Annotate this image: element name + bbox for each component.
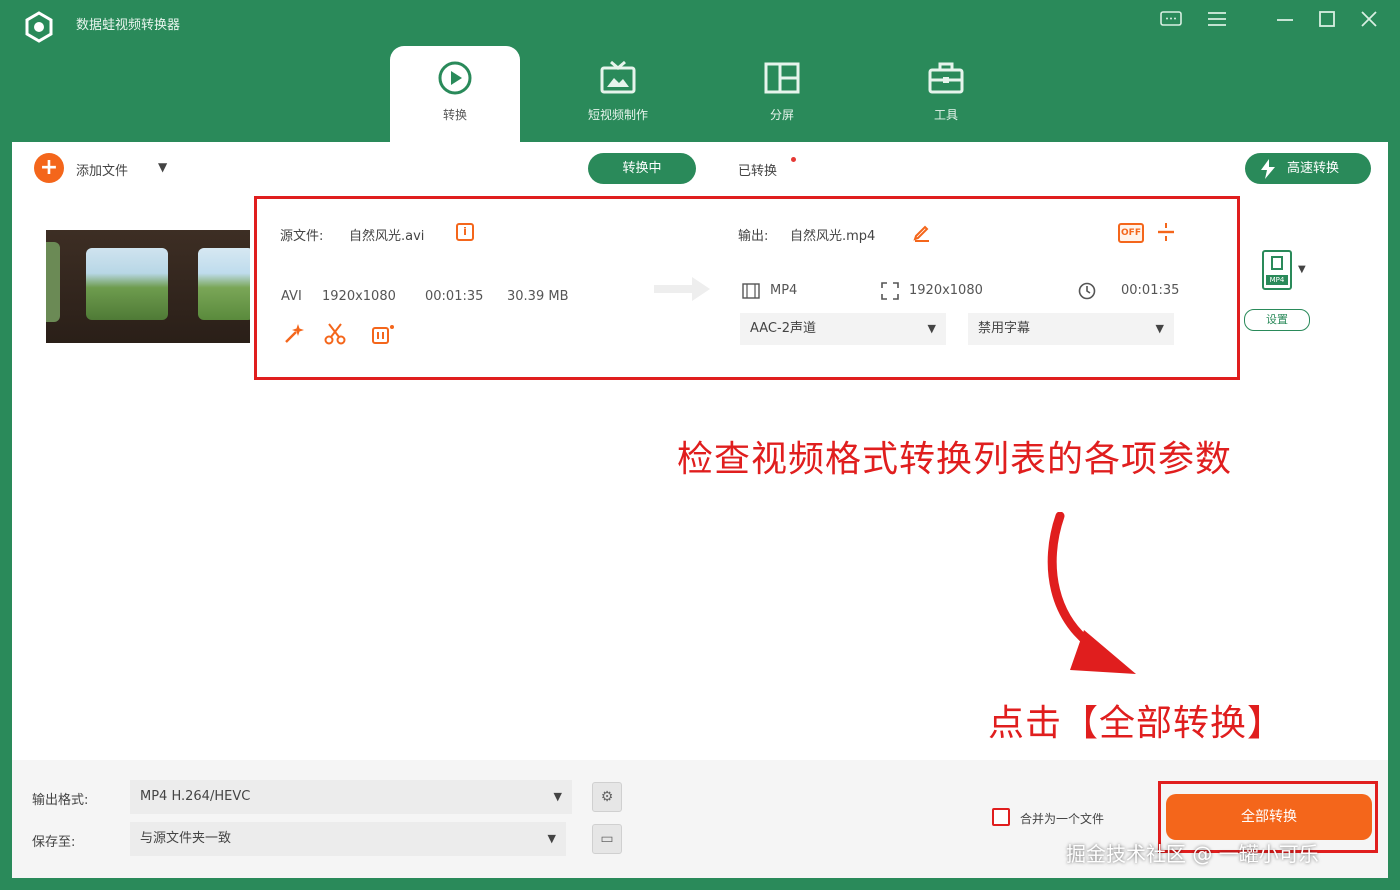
- clock-icon: [1078, 282, 1096, 304]
- convert-all-button[interactable]: 全部转换: [1166, 794, 1372, 840]
- chevron-down-icon[interactable]: ▼: [158, 160, 167, 174]
- chevron-down-icon[interactable]: ▼: [1298, 264, 1306, 275]
- source-duration: 00:01:35: [425, 289, 484, 304]
- video-thumbnail[interactable]: [46, 230, 250, 343]
- source-resolution: 1920x1080: [322, 289, 396, 304]
- info-icon[interactable]: i: [456, 223, 474, 241]
- arrow-right-icon: [652, 274, 712, 308]
- save-to-select[interactable]: 与源文件夹一致 ▼: [130, 822, 566, 856]
- chevron-down-icon: ▼: [547, 832, 556, 845]
- output-duration: 00:01:35: [1121, 283, 1180, 298]
- folder-icon[interactable]: ▭: [592, 824, 622, 854]
- split-icon[interactable]: [1156, 221, 1176, 248]
- fast-convert-label: 高速转换: [1287, 161, 1340, 176]
- thumbnail-window: [46, 242, 60, 322]
- chevron-down-icon: ▼: [1155, 322, 1164, 335]
- output-format-icon[interactable]: MP4: [1262, 250, 1292, 290]
- output-format: MP4: [770, 283, 798, 298]
- subtitle-select-value: 禁用字幕: [978, 321, 1031, 336]
- annotation-check: 检查视频格式转换列表的各项参数: [677, 439, 1233, 480]
- tab-converted[interactable]: 已转换: [738, 160, 777, 179]
- tab-label: 转换: [442, 108, 467, 122]
- film-icon: [742, 283, 760, 303]
- tab-converting[interactable]: 转换中: [588, 153, 696, 184]
- resolution-icon: [881, 282, 899, 304]
- save-to-value: 与源文件夹一致: [140, 831, 232, 846]
- convert-icon: [438, 61, 472, 95]
- enhance-icon[interactable]: [282, 322, 306, 351]
- audio-select-value: AAC-2声道: [750, 321, 816, 336]
- tab-split-screen[interactable]: 分屏: [717, 46, 847, 142]
- tab-convert[interactable]: 转换: [390, 46, 520, 142]
- off-badge[interactable]: OFF: [1118, 223, 1144, 243]
- merge-label[interactable]: 合并为一个文件: [1020, 810, 1104, 827]
- output-format-select[interactable]: MP4 H.264/HEVC ▼: [130, 780, 572, 814]
- output-filename: 自然风光.mp4: [790, 229, 876, 244]
- output-resolution: 1920x1080: [909, 283, 983, 298]
- chevron-down-icon: ▼: [927, 322, 936, 335]
- tab-tools[interactable]: 工具: [881, 46, 1011, 142]
- tv-icon: [600, 60, 636, 94]
- chevron-down-icon: ▼: [553, 790, 562, 803]
- cut-icon[interactable]: [323, 322, 347, 351]
- tab-label: 工具: [933, 108, 958, 122]
- feedback-icon[interactable]: [1158, 10, 1184, 34]
- toolbox-icon: [928, 62, 964, 94]
- annotation-click: 点击【全部转换】: [988, 703, 1285, 744]
- settings-button[interactable]: 设置: [1244, 309, 1310, 331]
- thumbnail-window: [198, 248, 250, 320]
- thumbnail-window: [86, 248, 168, 320]
- minimize-icon[interactable]: [1272, 10, 1298, 34]
- output-label: 输出:: [738, 229, 769, 244]
- maximize-icon[interactable]: [1314, 10, 1340, 34]
- add-file-button[interactable]: +: [34, 153, 64, 183]
- tab-label: 短视频制作: [587, 108, 648, 122]
- fast-convert-button[interactable]: 高速转换: [1245, 153, 1371, 184]
- notification-dot: [791, 157, 796, 162]
- save-to-label: 保存至:: [32, 835, 76, 850]
- app-title: 数据蛙视频转换器: [76, 18, 181, 33]
- edit-effects-icon[interactable]: [370, 322, 396, 351]
- app-logo-icon: [22, 10, 56, 44]
- output-format-label: 输出格式:: [32, 793, 89, 808]
- tab-label: 分屏: [769, 108, 794, 122]
- format-tag: MP4: [1266, 275, 1288, 285]
- menu-icon[interactable]: [1204, 10, 1230, 34]
- output-format-value: MP4 H.264/HEVC: [140, 789, 251, 804]
- source-filename: 自然风光.avi: [349, 229, 425, 244]
- source-format: AVI: [281, 289, 302, 304]
- subtitle-select[interactable]: 禁用字幕 ▼: [968, 313, 1174, 345]
- split-screen-icon: [764, 62, 800, 94]
- format-settings-icon[interactable]: ⚙: [592, 782, 622, 812]
- edit-icon[interactable]: [912, 222, 932, 246]
- tab-short-video[interactable]: 短视频制作: [553, 46, 683, 142]
- watermark: 掘金技术社区 @ 一罐小可乐: [1066, 842, 1319, 866]
- add-file-label[interactable]: 添加文件: [76, 160, 128, 179]
- audio-select[interactable]: AAC-2声道 ▼: [740, 313, 946, 345]
- close-icon[interactable]: [1356, 10, 1382, 34]
- merge-checkbox[interactable]: [992, 808, 1010, 826]
- lightning-icon: [1261, 159, 1275, 179]
- curved-arrow-icon: [1040, 511, 1150, 686]
- source-size: 30.39 MB: [507, 289, 569, 304]
- film-icon: [1271, 256, 1283, 270]
- source-label: 源文件:: [280, 229, 324, 244]
